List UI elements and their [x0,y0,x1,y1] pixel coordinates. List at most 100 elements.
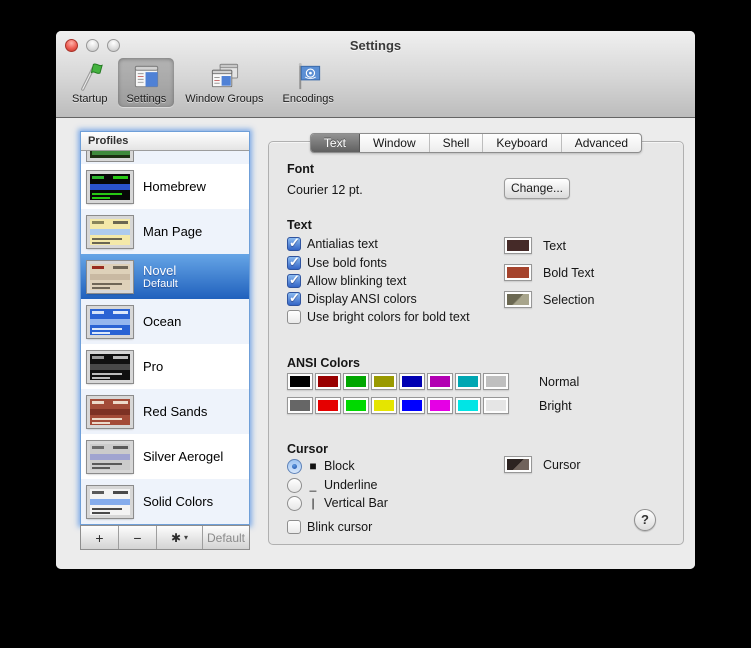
settings-window-icon [134,65,158,88]
ansi-section-heading: ANSI Colors [287,356,360,370]
selection-color-row: Selection [504,291,594,308]
radio-dot-icon [292,463,297,469]
ansi-bright-yellow-well[interactable] [371,397,397,414]
bold-text-color-well[interactable] [504,264,532,281]
profile-name: Homebrew [143,179,206,194]
set-default-button[interactable]: Default [203,526,249,549]
profile-thumbnail [86,259,134,294]
ansi-bright-red-well[interactable] [315,397,341,414]
color-swatch [290,400,310,411]
color-swatch [346,376,366,387]
radio-label: Underline [324,478,378,492]
window-groups-icon [211,63,238,88]
profile-row-novel[interactable]: Novel Default [81,254,249,299]
profile-name: Novel [143,263,177,278]
profile-thumbnail [86,169,134,204]
change-font-button[interactable]: Change... [504,178,570,199]
color-swatch [458,376,478,387]
profiles-footer-bar: + − ✱ ▾ Default [80,525,250,550]
text-color-well[interactable] [504,237,532,254]
tab-keyboard[interactable]: Keyboard [483,134,562,152]
profile-thumbnail [86,439,134,474]
ansi-normal-red-well[interactable] [315,373,341,390]
ansi-normal-black-well[interactable] [287,373,313,390]
ansi-bright-green-well[interactable] [343,397,369,414]
ansi-normal-yellow-well[interactable] [371,373,397,390]
toolbar-item-settings[interactable]: Settings [118,58,175,107]
current-font-value: Courier 12 pt. [287,183,363,197]
radio-label: Block [324,459,355,473]
add-profile-button[interactable]: + [81,526,119,549]
well-label: Bold Text [543,265,595,280]
profile-row-pro[interactable]: Pro [81,344,249,389]
tab-advanced[interactable]: Advanced [562,134,641,152]
ansi-normal-green-well[interactable] [343,373,369,390]
toolbar-item-startup[interactable]: Startup [64,58,115,107]
well-label: Selection [543,292,595,307]
ansi-bright-black-well[interactable] [287,397,313,414]
ansi-bright-label: Bright [539,398,572,413]
help-button[interactable]: ? [634,509,656,531]
ansi-bright-blue-well[interactable] [399,397,425,414]
font-section-heading: Font [287,162,315,176]
text-section-heading: Text [287,218,312,232]
toolbar: Startup Settings Window Groups Encodings [64,58,342,107]
tab-shell[interactable]: Shell [430,134,484,152]
profile-row-silver-aerogel[interactable]: Silver Aerogel [81,434,249,479]
blink-cursor-row: ✓ Blink cursor [287,519,372,535]
ansi-bright-magenta-well[interactable] [427,397,453,414]
use-bold-fonts-checkbox[interactable]: ✓ [287,254,301,270]
profile-thumbnail [86,304,134,339]
profile-row-ocean[interactable]: Ocean [81,299,249,344]
profile-name: Man Page [143,224,203,239]
cursor-underline-row: _ Underline [287,477,378,493]
bright-colors-bold-checkbox[interactable]: ✓ [287,310,301,324]
color-swatch [507,459,529,470]
cursor-block-radio[interactable] [287,458,302,474]
profile-row-red-sands[interactable]: Red Sands [81,389,249,434]
selection-color-well[interactable] [504,291,532,308]
ansi-normal-blue-well[interactable] [399,373,425,390]
cursor-vertical-bar-radio[interactable] [287,495,302,511]
toolbar-item-encodings[interactable]: Encodings [274,58,341,107]
ansi-bright-white-well[interactable] [483,397,509,414]
check-icon: ✓ [289,235,300,250]
antialias-text-checkbox[interactable]: ✓ [287,235,301,251]
remove-profile-button[interactable]: − [119,526,157,549]
settings-window: Settings Startup Settings Window Groups … [56,31,695,569]
toolbar-item-window-groups[interactable]: Window Groups [177,58,271,107]
profile-row-man-page[interactable]: Man Page [81,209,249,254]
profile-name: Red Sands [143,404,208,419]
tab-window[interactable]: Window [360,134,430,152]
profile-row-solid-colors[interactable]: Solid Colors [81,479,249,524]
tab-text[interactable]: Text [310,134,360,152]
radio-label: Vertical Bar [324,496,388,510]
ansi-normal-white-well[interactable] [483,373,509,390]
color-swatch [507,294,529,305]
allow-blinking-text-checkbox[interactable]: ✓ [287,272,301,288]
checkbox-label: Display ANSI colors [307,292,417,306]
profile-name: Silver Aerogel [143,449,224,464]
checkbox-row-antialias: ✓ Antialias text [287,235,378,252]
profile-row-homebrew[interactable]: Homebrew [81,164,249,209]
ansi-bright-cyan-well[interactable] [455,397,481,414]
check-icon: ✓ [289,254,300,269]
profile-row-partial[interactable] [81,151,249,164]
checkbox-row-ansi-colors: ✓ Display ANSI colors [287,290,417,307]
display-ansi-colors-checkbox[interactable]: ✓ [287,290,301,306]
blink-cursor-checkbox[interactable]: ✓ [287,520,301,534]
profile-thumbnail [86,484,134,519]
ansi-normal-cyan-well[interactable] [455,373,481,390]
profiles-list: Profiles Homebrew Man Page Novel Default [80,131,250,525]
text-color-row: Text [504,237,566,254]
well-label: Cursor [543,457,581,472]
ansi-normal-row: Normal [287,373,579,390]
toolbar-item-label: Settings [126,93,167,105]
cursor-color-well[interactable] [504,456,532,473]
color-swatch [458,400,478,411]
cursor-underline-radio[interactable] [287,477,302,493]
color-swatch [374,400,394,411]
color-swatch [318,400,338,411]
gear-menu-button[interactable]: ✱ ▾ [157,526,203,549]
ansi-normal-magenta-well[interactable] [427,373,453,390]
